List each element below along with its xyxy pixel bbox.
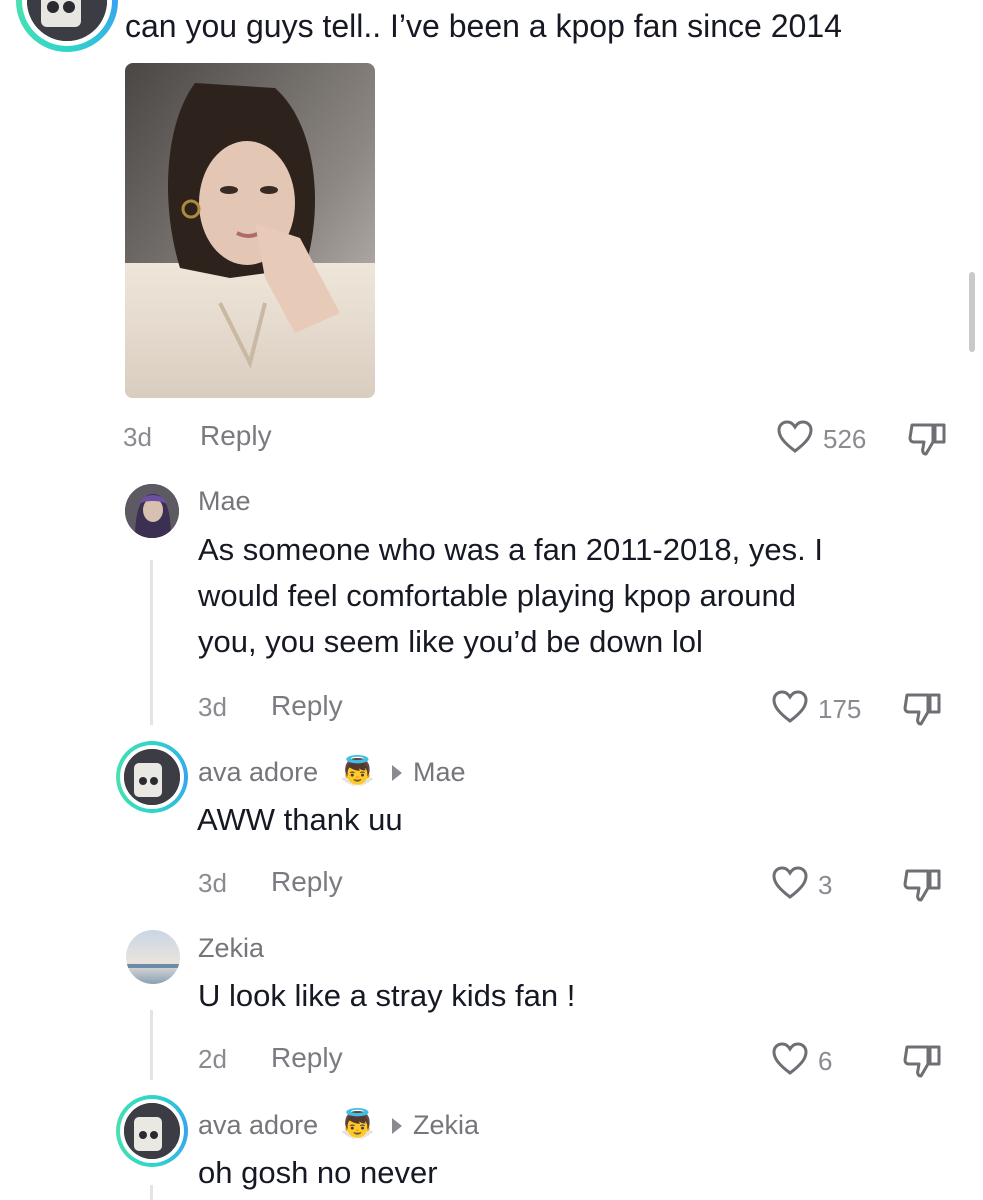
reply-time: 2d	[198, 1044, 227, 1074]
reply-time: 3d	[198, 868, 227, 898]
avatar[interactable]	[125, 484, 179, 538]
heart-icon[interactable]	[772, 866, 808, 900]
reply-button[interactable]: Reply	[200, 420, 272, 452]
like-count: 3	[818, 870, 833, 900]
reply-username[interactable]: ava adore	[198, 1110, 318, 1141]
thread-line	[150, 560, 153, 725]
reply-button[interactable]: Reply	[271, 1042, 343, 1074]
comment-photo[interactable]	[125, 63, 375, 398]
heart-icon[interactable]	[777, 420, 813, 454]
comment-time: 3d	[123, 422, 152, 452]
angel-emoji: 👼	[340, 1108, 375, 1139]
angel-emoji: 👼	[340, 755, 375, 786]
reply-text: AWW thank uu	[197, 802, 403, 837]
heart-icon[interactable]	[772, 1042, 808, 1076]
comment-text: can you guys tell.. I’ve been a kpop fan…	[125, 8, 842, 44]
dislike-icon[interactable]	[908, 420, 948, 458]
dislike-icon[interactable]	[903, 1042, 943, 1080]
reply-to-name[interactable]: Zekia	[413, 1110, 479, 1141]
reply-to-name[interactable]: Mae	[413, 757, 466, 788]
reply-arrow-icon	[392, 765, 402, 781]
reply-arrow-icon	[392, 1118, 402, 1134]
reply-text-line: you, you seem like you’d be down lol	[198, 624, 703, 659]
reply-username[interactable]: Zekia	[198, 933, 264, 964]
dislike-icon[interactable]	[903, 866, 943, 904]
reply-button[interactable]: Reply	[271, 866, 343, 898]
avatar[interactable]	[124, 749, 180, 805]
reply-text-line: would feel comfortable playing kpop arou…	[198, 578, 796, 613]
avatar[interactable]	[126, 930, 180, 984]
reply-text: oh gosh no never	[198, 1155, 438, 1190]
reply-username[interactable]: ava adore	[198, 757, 318, 788]
reply-time: 3d	[198, 692, 227, 722]
like-count: 526	[823, 424, 867, 454]
heart-icon[interactable]	[772, 690, 808, 724]
like-count: 175	[818, 694, 862, 724]
thread-line	[150, 1010, 153, 1080]
dislike-icon[interactable]	[903, 690, 943, 728]
reply-text-line: As someone who was a fan 2011-2018, yes.…	[198, 532, 823, 567]
scrollbar[interactable]	[969, 272, 975, 352]
reply-button[interactable]: Reply	[271, 690, 343, 722]
reply-username[interactable]: Mae	[198, 486, 251, 517]
thread-line	[150, 1185, 153, 1200]
like-count: 6	[818, 1046, 833, 1076]
reply-text: U look like a stray kids fan !	[198, 978, 576, 1013]
avatar[interactable]	[124, 1103, 180, 1159]
